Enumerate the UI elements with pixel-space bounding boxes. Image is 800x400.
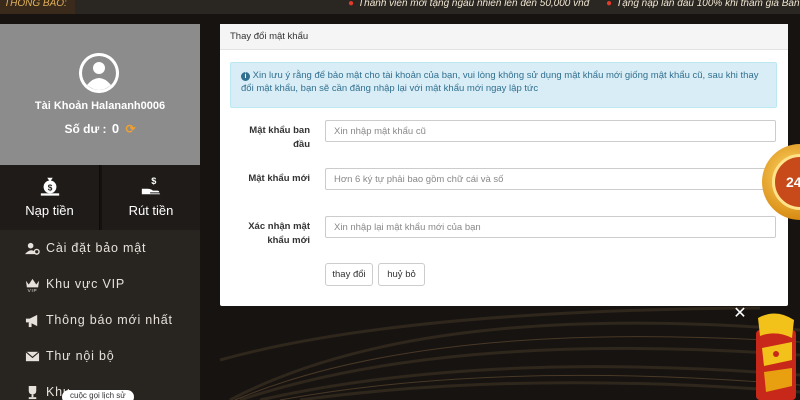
sidebar-item-label: Khu vực VIP xyxy=(46,277,126,291)
sidebar-item-label: Cài đặt bảo mật xyxy=(46,241,147,255)
panel-title: Thay đổi mật khẩu xyxy=(220,24,788,50)
ticker-bullet-icon: ● xyxy=(348,0,355,9)
withdraw-button[interactable]: $ Rút tiền xyxy=(102,165,200,230)
submit-button[interactable]: thay đổi xyxy=(325,263,373,286)
ticker-message: Thành viên mới tặng ngẫu nhiên lên đến 5… xyxy=(358,0,590,9)
profile-card: Tài Khoản Halananh0006 Số dư : 0 ⟳ xyxy=(0,24,200,165)
svg-text:$: $ xyxy=(47,184,52,193)
security-notice-text: Xin lưu ý rằng để bảo mật cho tài khoản … xyxy=(241,70,759,94)
balance-value: 0 xyxy=(111,121,120,136)
new-password-input[interactable] xyxy=(325,168,776,190)
sidebar-item-security[interactable]: Cài đặt bảo mật xyxy=(0,230,200,266)
confirm-password-input[interactable] xyxy=(325,216,776,238)
refresh-icon[interactable]: ⟳ xyxy=(125,122,135,136)
badge-number: 24 xyxy=(786,174,800,190)
sidebar: Tài Khoản Halananh0006 Số dư : 0 ⟳ $ Nạp… xyxy=(0,24,200,400)
new-password-label: Mật khẩu mới xyxy=(248,173,310,184)
deposit-button[interactable]: $ Nạp tiền xyxy=(0,165,100,230)
trophy-icon xyxy=(24,385,40,400)
deposit-label: Nạp tiền xyxy=(25,203,74,218)
wallet-actions: $ Nạp tiền $ Rút tiền xyxy=(0,165,200,230)
user-avatar-icon xyxy=(79,53,119,93)
old-password-label: Mật khẩu ban đầu xyxy=(249,125,310,150)
sidebar-item-inbox[interactable]: Thư nội bộ xyxy=(0,338,200,374)
promo-banner-icon[interactable] xyxy=(752,308,800,400)
account-name: Tài Khoản Halananh0006 xyxy=(34,100,166,112)
confirm-password-label: Xác nhận mật khẩu mới xyxy=(248,221,310,246)
old-password-input[interactable] xyxy=(325,120,776,142)
user-gear-icon xyxy=(24,241,40,256)
ticker-message: Tặng nạp lần đầu 100% khi tham gia Bắn c… xyxy=(616,0,800,9)
info-icon: i xyxy=(241,72,250,81)
svg-text:$: $ xyxy=(151,176,156,186)
hand-money-icon: $ xyxy=(102,175,200,200)
ticker-label: THÔNG BÁO: xyxy=(0,0,75,14)
svg-text:VIP: VIP xyxy=(27,288,37,292)
withdraw-label: Rút tiền xyxy=(128,203,174,218)
announcement-ticker: THÔNG BÁO: ● Thành viên mới tặng ngẫu nhi… xyxy=(0,0,800,14)
sidebar-item-label: Thông báo mới nhất xyxy=(46,313,173,327)
sidebar-menu: Cài đặt bảo mật VIP Khu vực VIP Thông bá… xyxy=(0,230,200,400)
avatar[interactable] xyxy=(79,53,119,93)
sidebar-item-vip[interactable]: VIP Khu vực VIP xyxy=(0,266,200,302)
cancel-button[interactable]: huỷ bỏ xyxy=(378,263,425,286)
envelope-icon xyxy=(24,349,40,364)
change-password-panel: Thay đổi mật khẩu i Xin lưu ý rằng để bả… xyxy=(220,24,788,306)
sidebar-item-announcements[interactable]: Thông báo mới nhất xyxy=(0,302,200,338)
close-icon[interactable]: ✕ xyxy=(732,306,748,322)
money-bag-icon: $ xyxy=(0,175,99,200)
ticker-bullet-icon: ● xyxy=(606,0,613,9)
megaphone-icon xyxy=(24,313,40,328)
balance-row: Số dư : 0 ⟳ xyxy=(0,121,200,136)
sidebar-item-label: Thư nội bộ xyxy=(46,349,115,363)
vip-crown-icon: VIP xyxy=(24,277,40,292)
balance-label: Số dư : xyxy=(64,122,107,136)
history-tooltip: cuộc gọi lịch sử xyxy=(62,390,134,400)
security-notice: i Xin lưu ý rằng để bảo mật cho tài khoả… xyxy=(230,62,777,108)
